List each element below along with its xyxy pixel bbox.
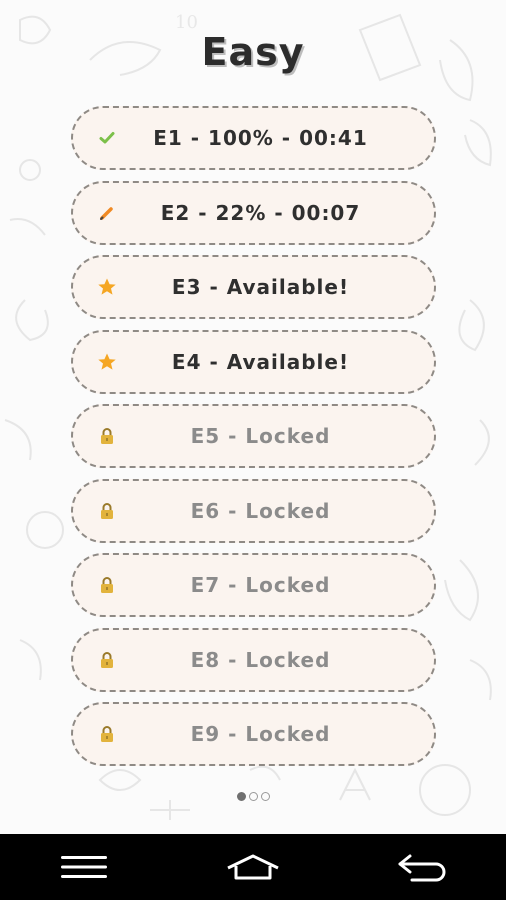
level-select-screen: Easy E1 - 100% - 00:41 E2 - 22% - 00:07 … — [0, 0, 506, 834]
level-label: E9 - Locked — [190, 722, 331, 746]
level-label: E2 - 22% - 00:07 — [160, 200, 361, 225]
back-button[interactable] — [377, 834, 467, 900]
level-label: E6 - Locked — [190, 498, 331, 523]
level-item-e6[interactable]: E6 - Locked — [71, 478, 436, 543]
home-icon — [227, 854, 279, 880]
page-dot-3[interactable] — [260, 792, 270, 801]
level-item-e7[interactable]: E7 - Locked — [71, 553, 436, 617]
page-dot-2[interactable] — [248, 792, 258, 801]
page-title: Easy — [201, 30, 305, 74]
level-item-e9[interactable]: E9 - Locked — [71, 702, 436, 766]
level-label: E3 - Available! — [171, 275, 350, 299]
level-label: E7 - Locked — [190, 573, 331, 597]
page-dot-1[interactable] — [236, 792, 246, 801]
level-label: E4 - Available! — [171, 349, 350, 374]
home-button[interactable] — [208, 834, 298, 900]
level-item-e2[interactable]: E2 - 22% - 00:07 — [71, 180, 436, 245]
system-navigation-bar — [0, 834, 506, 900]
menu-button[interactable] — [39, 834, 129, 900]
level-list: E1 - 100% - 00:41 E2 - 22% - 00:07 E3 - … — [71, 106, 436, 777]
back-icon — [398, 854, 446, 882]
level-item-e3[interactable]: E3 - Available! — [71, 255, 436, 319]
level-item-e1[interactable]: E1 - 100% - 00:41 — [71, 106, 436, 170]
level-label: E1 - 100% - 00:41 — [153, 126, 368, 150]
level-label: E5 - Locked — [190, 424, 331, 448]
menu-icon — [61, 856, 108, 878]
page-indicator — [0, 792, 506, 801]
level-item-e4[interactable]: E4 - Available! — [71, 329, 436, 394]
level-item-e8[interactable]: E8 - Locked — [71, 627, 436, 692]
level-item-e5[interactable]: E5 - Locked — [71, 404, 436, 468]
level-label: E8 - Locked — [190, 647, 331, 672]
